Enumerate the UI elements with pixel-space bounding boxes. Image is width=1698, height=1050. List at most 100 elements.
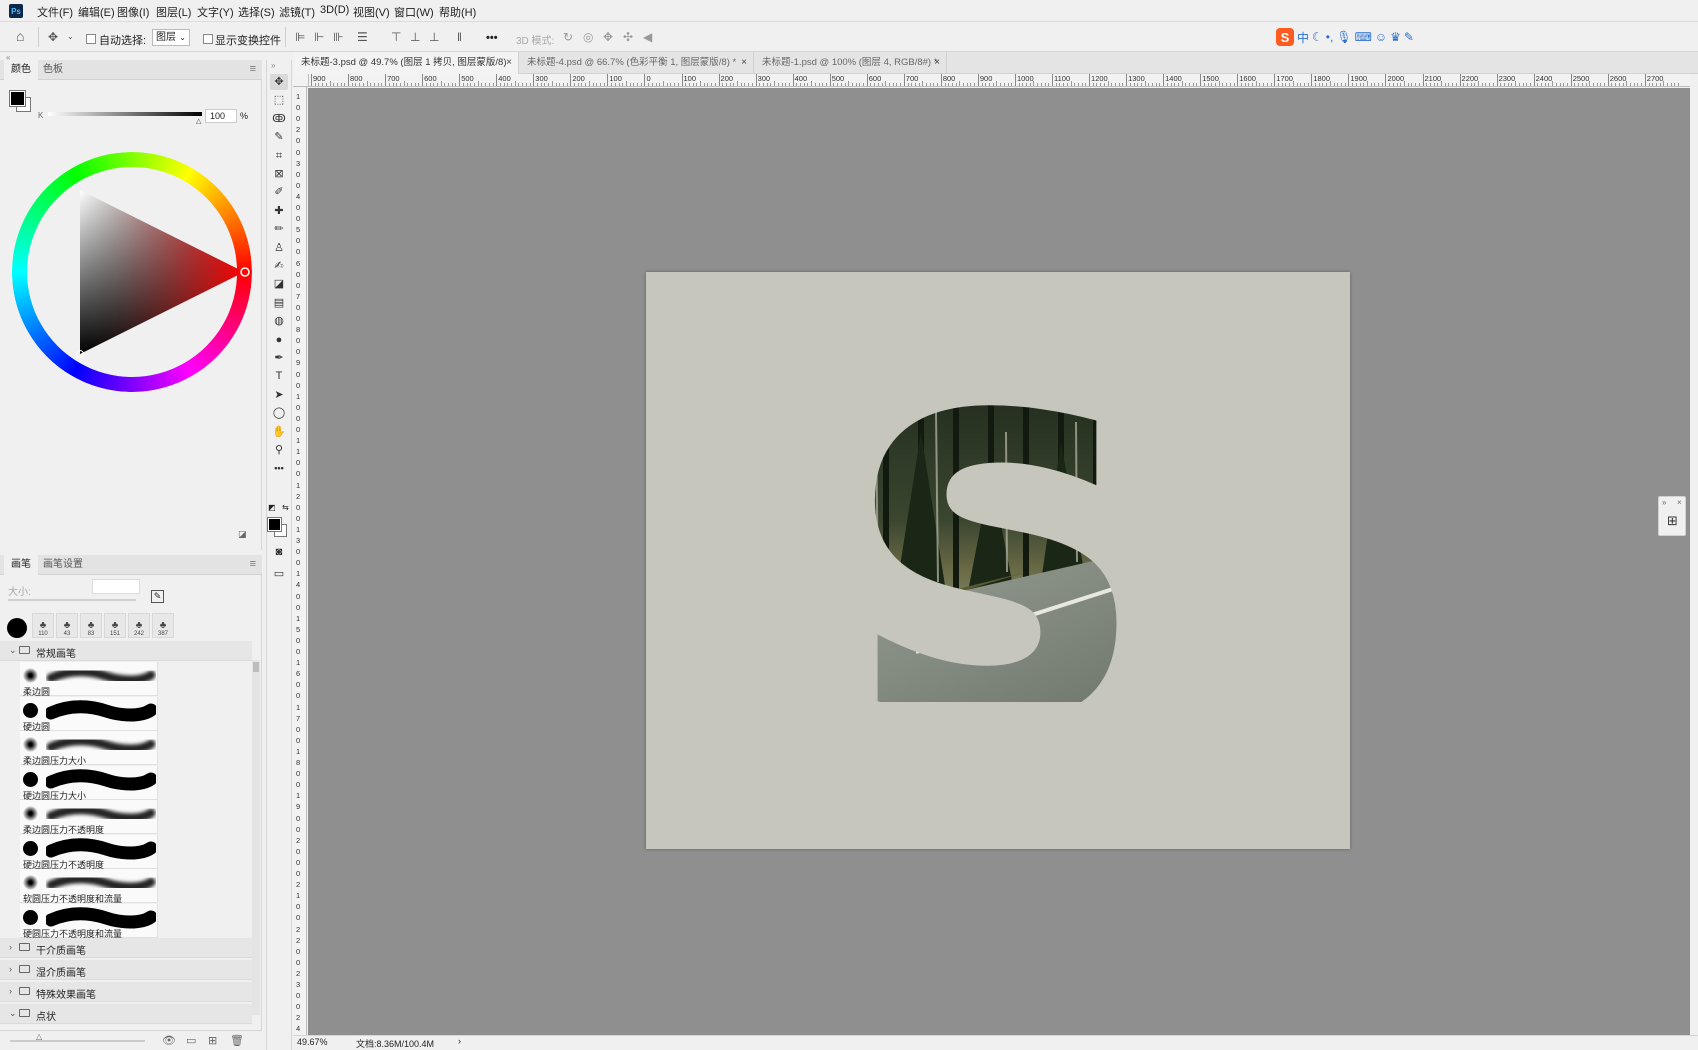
move-tool-icon[interactable]: ✥	[270, 74, 288, 90]
close-icon[interactable]: ×	[934, 52, 940, 74]
gradient-tool-icon[interactable]: ▤	[270, 295, 288, 311]
quick-mask-icon[interactable]: ◙	[270, 544, 288, 560]
menu-3d[interactable]: 3D(D)	[320, 4, 349, 16]
brush-group-dots[interactable]: ⌄ 点状	[0, 1004, 252, 1024]
tab-swatches[interactable]: 色板	[36, 60, 70, 80]
scrollbar-thumb[interactable]	[253, 662, 259, 672]
swap-colors-icon[interactable]: ⇆	[282, 503, 289, 512]
align-bottom-icon[interactable]: ⊥	[429, 30, 439, 44]
brush-group-general[interactable]: ⌄ 常规画笔	[0, 641, 252, 661]
menu-edit[interactable]: 编辑(E)	[78, 4, 115, 20]
tab-brush-settings[interactable]: 画笔设置	[36, 555, 90, 575]
properties-panel-icon[interactable]: ⊞	[1667, 513, 1678, 529]
keyboard-icon[interactable]: ⌨	[1355, 30, 1372, 44]
brush-preset-item[interactable]: 硬圆压力不透明度和流量	[20, 903, 158, 939]
panel-menu-icon[interactable]: ≡	[250, 63, 256, 75]
slider-handle-icon[interactable]: △	[36, 1032, 42, 1041]
lasso-tool-icon[interactable]: ↂ	[270, 111, 288, 127]
brush-size-slider[interactable]	[8, 599, 136, 601]
panel-resize-icon[interactable]: ◪	[238, 529, 247, 540]
tab-brushes[interactable]: 画笔	[4, 555, 38, 575]
brush-preset-item[interactable]: 软圆压力不透明度和流量	[20, 869, 158, 904]
recent-brush[interactable]: ♣ 387	[152, 613, 174, 638]
brush-preview-size-slider[interactable]	[10, 1040, 145, 1042]
crop-tool-icon[interactable]: ⌗	[270, 148, 288, 164]
menu-image[interactable]: 图像(I)	[117, 4, 149, 20]
menu-view[interactable]: 视图(V)	[353, 4, 390, 20]
horizontal-ruler[interactable]: 900 800 700 600 500 400 300 200 100 0 100 200 300 400…	[309, 74, 1690, 87]
dodge-tool-icon[interactable]: ●	[270, 332, 288, 348]
recent-brush[interactable]: ♣ 151	[104, 613, 126, 638]
screen-mode-icon[interactable]: ▭	[270, 566, 288, 582]
delete-brush-icon[interactable]: 🗑	[230, 1034, 244, 1047]
document-canvas[interactable]: S	[646, 272, 1350, 849]
show-transform-checkbox[interactable]	[203, 34, 213, 44]
marquee-tool-icon[interactable]: ⬚	[270, 92, 288, 108]
brush-preset-item[interactable]: 柔边圆压力大小	[20, 731, 158, 766]
status-menu-arrow-icon[interactable]: ›	[458, 1036, 461, 1046]
brush-preset-item[interactable]: 硬边圆压力大小	[20, 765, 158, 801]
brush-group-wet[interactable]: › 湿介质画笔	[0, 960, 252, 980]
home-icon[interactable]: ⌂	[16, 29, 24, 43]
document-tab[interactable]: 未标题-3.psd @ 49.7% (图层 1 拷贝, 图层蒙版/8) ×	[293, 52, 519, 74]
align-top-icon[interactable]: ⊤	[391, 30, 401, 44]
zoom-level[interactable]: 49.67%	[297, 1037, 328, 1047]
distribute-icon[interactable]: ☰	[357, 30, 368, 44]
collapse-tools-icon[interactable]: »	[271, 61, 275, 70]
k-channel-slider[interactable]	[48, 112, 202, 116]
brush-preset-item[interactable]: 硬边圆压力不透明度	[20, 834, 158, 870]
3d-pan-icon[interactable]: ✥	[603, 30, 613, 44]
3d-roll-icon[interactable]: ◎	[583, 30, 593, 44]
ruler-origin[interactable]	[293, 74, 309, 87]
punctuation-icon[interactable]: •,	[1326, 30, 1334, 44]
history-brush-tool-icon[interactable]: ✍	[270, 258, 288, 274]
recent-brush[interactable]: ♣ 43	[56, 613, 78, 638]
align-hcenter-icon[interactable]: ⊩	[314, 30, 324, 44]
tab-color[interactable]: 颜色	[4, 60, 38, 80]
brush-group-special[interactable]: › 特殊效果画笔	[0, 982, 252, 1002]
align-right-icon[interactable]: ⊪	[333, 30, 343, 44]
more-tools-tool-icon[interactable]: •••	[270, 460, 288, 476]
wrench-icon[interactable]: ✎	[1404, 30, 1414, 44]
default-colors-icon[interactable]: ◩	[268, 503, 276, 512]
foreground-color-swatch[interactable]	[9, 90, 26, 107]
brush-tool-icon[interactable]: ✏	[270, 221, 288, 237]
new-brush-icon[interactable]: ⊞	[208, 1034, 217, 1047]
align-left-icon[interactable]: ⊫	[295, 30, 305, 44]
zoom-tool-icon[interactable]: ⚲	[270, 442, 288, 458]
recent-brush[interactable]: ♣ 110	[32, 613, 54, 638]
menu-window[interactable]: 窗口(W)	[394, 4, 434, 20]
stamp-tool-icon[interactable]: ♙	[270, 240, 288, 256]
user-icon[interactable]: ☺	[1375, 30, 1387, 44]
eyedropper-tool-icon[interactable]: ✐	[270, 184, 288, 200]
skin-icon[interactable]: ♛	[1390, 30, 1401, 44]
menu-layer[interactable]: 图层(L)	[156, 4, 191, 20]
document-tab[interactable]: 未标题-4.psd @ 66.7% (色彩平衡 1, 图层蒙版/8) * ×	[519, 52, 754, 74]
brush-group-dry[interactable]: › 干介质画笔	[0, 938, 252, 958]
menu-select[interactable]: 选择(S)	[238, 4, 275, 20]
recent-brush[interactable]: ♣ 83	[80, 613, 102, 638]
eraser-tool-icon[interactable]: ◪	[270, 276, 288, 292]
align-vcenter-icon[interactable]: ⊥	[410, 30, 420, 44]
expand-panels-icon[interactable]: »	[1662, 498, 1666, 507]
color-wheel[interactable]	[12, 152, 252, 392]
menu-filter[interactable]: 滤镜(T)	[279, 4, 315, 20]
moon-icon[interactable]: ☾	[1312, 30, 1323, 44]
quick-select-tool-icon[interactable]: ✎	[270, 129, 288, 145]
3d-orbit-icon[interactable]: ↻	[563, 30, 573, 44]
brush-preset-item[interactable]: 柔边圆压力不透明度	[20, 800, 158, 835]
auto-select-mode-dropdown[interactable]: 图层 ⌄	[152, 29, 190, 46]
sogou-logo-icon[interactable]: S	[1276, 28, 1294, 46]
healing-tool-icon[interactable]: ✚	[270, 203, 288, 219]
brush-list-scrollbar[interactable]	[252, 660, 260, 1015]
brush-size-input[interactable]	[92, 579, 140, 594]
move-tool-preset-icon[interactable]: ✥	[48, 30, 58, 44]
blur-tool-icon[interactable]: ◍	[270, 313, 288, 329]
microphone-icon[interactable]: 🎙	[1336, 30, 1351, 44]
menu-file[interactable]: 文件(F)	[37, 4, 73, 20]
panel-menu-icon[interactable]: ≡	[250, 558, 256, 570]
toggle-brush-preview-icon[interactable]: 👁	[162, 1034, 176, 1047]
menu-type[interactable]: 文字(Y)	[197, 4, 234, 20]
pen-tool-icon[interactable]: ✒	[270, 350, 288, 366]
k-value-input[interactable]: 100	[205, 109, 237, 123]
